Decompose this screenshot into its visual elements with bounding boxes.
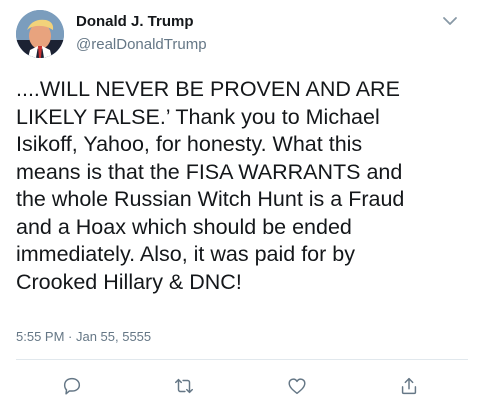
- retweet-icon: [175, 378, 193, 394]
- divider: [16, 359, 468, 360]
- tweet-text: ....WILL NEVER BE PROVEN AND ARE LIKELY …: [16, 77, 405, 294]
- chevron-down-icon[interactable]: [440, 14, 460, 28]
- author-handle[interactable]: @realDonaldTrump: [76, 36, 207, 53]
- author-name[interactable]: Donald J. Trump: [76, 13, 194, 30]
- reply-icon: [63, 377, 81, 395]
- like-button[interactable]: [284, 373, 310, 399]
- avatar-image: [16, 10, 64, 58]
- avatar[interactable]: [16, 10, 64, 58]
- like-icon: [288, 378, 306, 395]
- share-icon: [401, 377, 417, 395]
- tweet-timestamp[interactable]: 5:55 PM · Jan 55, 5555: [16, 329, 151, 344]
- reply-button[interactable]: [59, 373, 85, 399]
- share-button[interactable]: [396, 373, 422, 399]
- retweet-button[interactable]: [171, 373, 197, 399]
